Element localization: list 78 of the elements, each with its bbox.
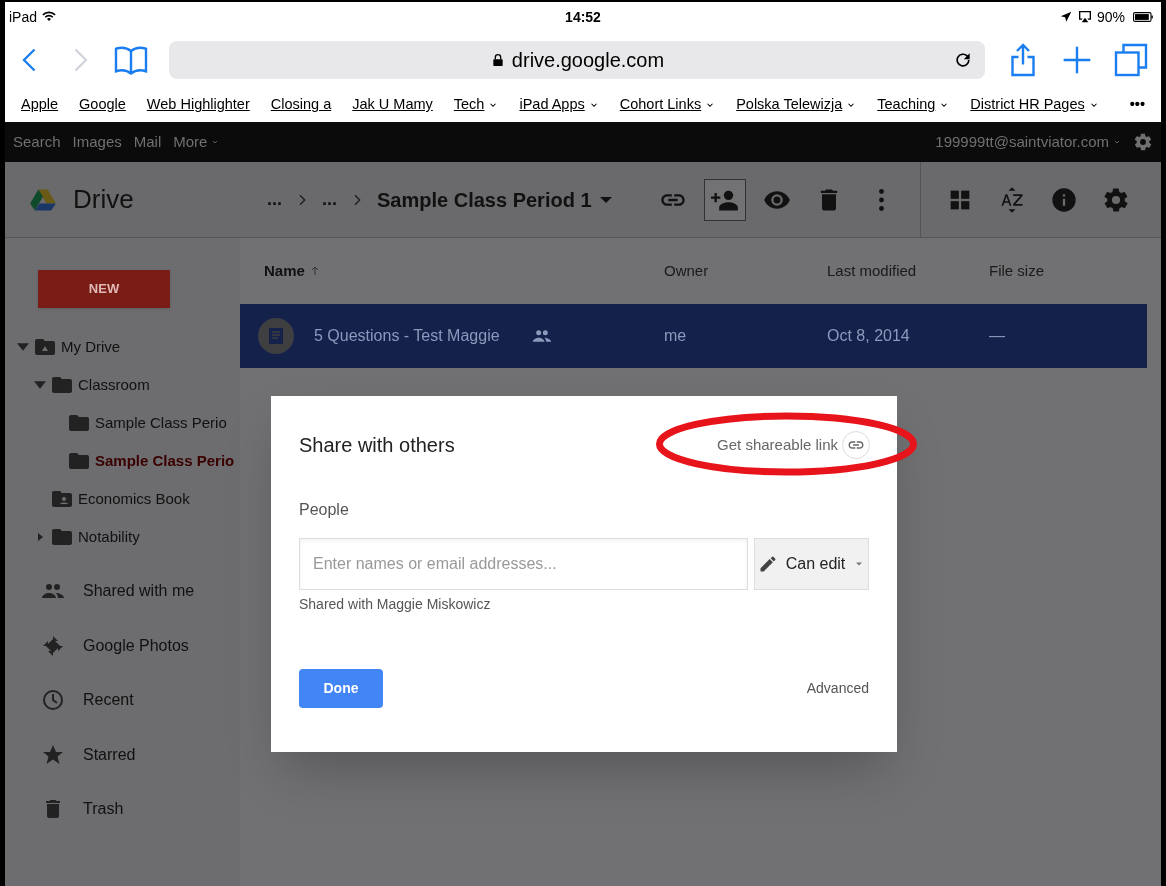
new-tab-icon[interactable] [1061, 44, 1093, 76]
settings-icon[interactable] [1133, 132, 1153, 152]
table-cell-text: me [664, 326, 688, 346]
settings-icon [1102, 185, 1130, 214]
nav-link[interactable]: More [173, 130, 220, 154]
dialog-title: Share with others [299, 433, 455, 458]
tree-item[interactable]: Classroom [5, 366, 240, 404]
column-header[interactable]: Name [264, 259, 664, 283]
drive-folder-icon [35, 337, 55, 357]
column-header[interactable]: Last modified [827, 259, 989, 283]
new-button[interactable]: NEW [38, 270, 170, 308]
folder-icon [52, 377, 72, 393]
bookmark-link[interactable]: Jak U Mamy [352, 94, 433, 116]
more-icon [878, 188, 884, 211]
clock-time: 14:52 [565, 7, 601, 27]
battery-percent: 90% [1096, 7, 1125, 27]
breadcrumb-link[interactable]: ... [322, 186, 338, 213]
chevron-down-icon [1113, 138, 1121, 146]
file-name: 5 Questions - Test Maggie [314, 326, 500, 346]
bookmark-link[interactable]: Tech [453, 94, 499, 116]
clock-icon [41, 688, 65, 713]
reload-icon[interactable] [953, 50, 973, 70]
breadcrumb-link[interactable]: ... [267, 186, 282, 213]
tree-item[interactable]: Notability [5, 518, 240, 556]
chevron-down-icon [211, 138, 220, 146]
advanced-link[interactable]: Advanced [806, 678, 869, 699]
tabs-icon[interactable] [1113, 42, 1149, 78]
nav-item[interactable]: Shared with me [5, 564, 240, 619]
table-cell-text: Oct 8, 2014 [827, 326, 911, 346]
device-name: iPad [9, 7, 38, 27]
bookmark-link[interactable]: Closing a [270, 94, 332, 116]
bookmark-link[interactable]: Polska Telewizja [736, 94, 857, 116]
file-row[interactable]: 5 Questions - Test Maggie me Oct 8, 2014 — [240, 304, 1147, 368]
app-name: Drive [73, 183, 134, 216]
nav-item[interactable]: Google Photos [5, 618, 240, 673]
column-header[interactable]: Owner [664, 259, 827, 283]
bookmark-link[interactable]: Web Highlighter [146, 94, 250, 116]
nav-link[interactable]: Images [72, 130, 122, 154]
folder-icon [69, 415, 89, 431]
url-text: drive.google.com [511, 48, 665, 73]
people-input-field[interactable]: Enter names or email addresses... [299, 538, 748, 590]
nav-item[interactable]: Starred [5, 727, 240, 782]
collapse-arrow-icon[interactable] [37, 533, 43, 541]
tree-item[interactable]: My Drive [5, 328, 240, 366]
bookmark-link[interactable]: District HR Pages [970, 94, 1099, 116]
table-cell-text: — [989, 326, 1006, 346]
nav-item[interactable]: Trash [5, 782, 240, 837]
dropdown-icon [599, 196, 612, 203]
folder-title[interactable]: Sample Class Period 1 [377, 184, 612, 215]
done-button[interactable]: Done [299, 669, 383, 708]
pinwheel-icon [41, 633, 65, 658]
tree-item[interactable]: Economics Book [5, 480, 240, 518]
nav-item[interactable]: Recent [5, 673, 240, 728]
expand-arrow-icon[interactable] [17, 341, 29, 353]
bookmark-link[interactable]: Cohort Links [619, 94, 716, 116]
tree-item[interactable]: Sample Class Perio [5, 404, 240, 442]
people-label: People [299, 500, 350, 520]
nav-link[interactable]: Mail [133, 130, 162, 154]
account-link[interactable]: 199999tt@saintviator.com [935, 130, 1121, 154]
bookmark-link[interactable]: Google [79, 94, 126, 116]
add-person-button[interactable] [704, 178, 746, 221]
shared-with-text: Shared with Maggie Miskowicz [299, 595, 492, 614]
folder-icon [52, 529, 72, 545]
bookmark-link[interactable]: Teaching [877, 94, 950, 116]
bookmark-link[interactable]: iPad Apps [519, 94, 599, 116]
more-bookmarks-button[interactable]: ••• [1129, 94, 1145, 116]
document-icon [258, 318, 294, 354]
shared-folder-icon [52, 491, 72, 507]
nav-link[interactable]: Search [13, 130, 61, 154]
expand-arrow-icon[interactable] [34, 379, 46, 391]
column-header[interactable]: File size [989, 259, 1147, 283]
info-icon [1050, 185, 1078, 214]
tree-item[interactable]: Sample Class Perio [5, 442, 240, 480]
bookmark-link[interactable]: Apple [21, 94, 59, 116]
folder-icon [69, 453, 89, 469]
permission-dropdown[interactable]: Can edit [754, 538, 869, 590]
airplay-icon [1076, 9, 1093, 25]
address-bar[interactable]: drive.google.com [169, 41, 985, 79]
